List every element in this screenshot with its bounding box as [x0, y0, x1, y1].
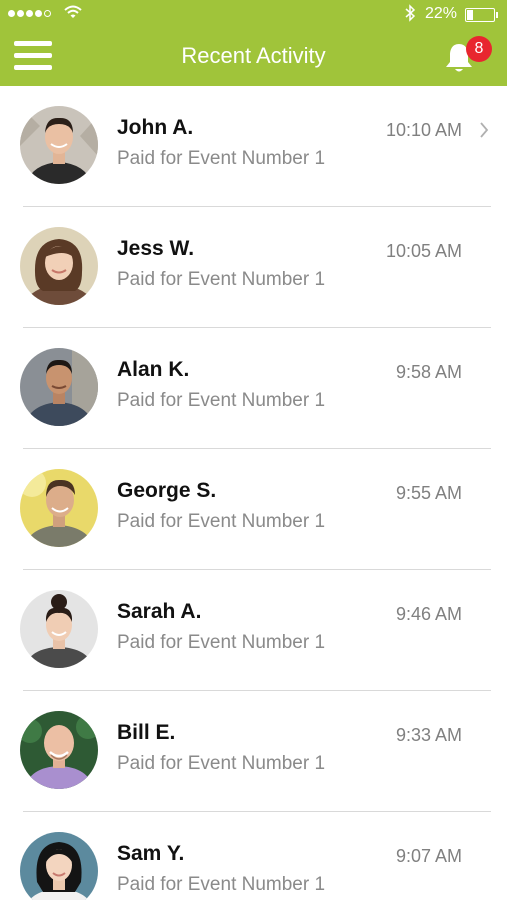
activity-detail: Paid for Event Number 1 — [117, 269, 326, 290]
activity-detail: Paid for Event Number 1 — [117, 874, 326, 895]
activity-detail: Paid for Event Number 1 — [117, 632, 326, 653]
battery-icon — [465, 8, 498, 22]
activity-time: 9:46 AM — [395, 604, 462, 624]
avatar — [20, 590, 98, 668]
contact-name: George S. — [117, 479, 217, 502]
activity-detail: Paid for Event Number 1 — [117, 753, 326, 774]
contact-name: Sarah A. — [117, 600, 202, 623]
activity-time: 9:55 AM — [395, 483, 462, 503]
activity-time: 10:05 AM — [385, 241, 462, 261]
activity-time: 9:33 AM — [395, 725, 462, 745]
activity-time: 9:58 AM — [395, 362, 462, 382]
activity-time: 10:10 AM — [385, 120, 462, 140]
list-item[interactable]: Alan K. Paid for Event Number 1 9:58 AM — [0, 328, 507, 449]
contact-name: Sam Y. — [117, 842, 185, 865]
avatar — [20, 106, 98, 184]
activity-time: 9:07 AM — [395, 846, 462, 866]
contact-name: John A. — [117, 116, 194, 139]
list-item[interactable]: Sam Y. Paid for Event Number 1 9:07 AM — [0, 812, 507, 900]
list-item[interactable]: John A. Paid for Event Number 1 10:10 AM — [0, 86, 507, 207]
contact-name: Jess W. — [117, 237, 195, 260]
bluetooth-icon — [405, 4, 416, 22]
notification-badge: 8 — [466, 36, 492, 62]
activity-detail: Paid for Event Number 1 — [117, 511, 326, 532]
notifications-button[interactable]: 8 — [444, 36, 492, 78]
status-bar: 22% — [0, 0, 507, 28]
list-item[interactable]: Sarah A. Paid for Event Number 1 9:46 AM — [0, 570, 507, 691]
avatar — [20, 832, 98, 900]
activity-detail: Paid for Event Number 1 — [117, 148, 326, 169]
menu-button[interactable] — [14, 41, 52, 71]
contact-name: Alan K. — [117, 358, 190, 381]
avatar — [20, 348, 98, 426]
chevron-right-icon — [480, 122, 489, 138]
avatar — [20, 469, 98, 547]
contact-name: Bill E. — [117, 721, 176, 744]
avatar — [20, 711, 98, 789]
app-header: 22% Recent Activity 8 — [0, 0, 507, 86]
battery-percent: 22% — [425, 5, 458, 22]
page-title: Recent Activity — [181, 43, 326, 68]
list-item[interactable]: George S. Paid for Event Number 1 9:55 A… — [0, 449, 507, 570]
activity-detail: Paid for Event Number 1 — [117, 390, 326, 411]
list-item[interactable]: Bill E. Paid for Event Number 1 9:33 AM — [0, 691, 507, 812]
signal-strength-icon — [8, 10, 51, 17]
list-item[interactable]: Jess W. Paid for Event Number 1 10:05 AM — [0, 207, 507, 328]
wifi-icon — [64, 5, 82, 18]
activity-list: John A. Paid for Event Number 1 10:10 AM… — [0, 86, 507, 900]
avatar — [20, 227, 98, 305]
